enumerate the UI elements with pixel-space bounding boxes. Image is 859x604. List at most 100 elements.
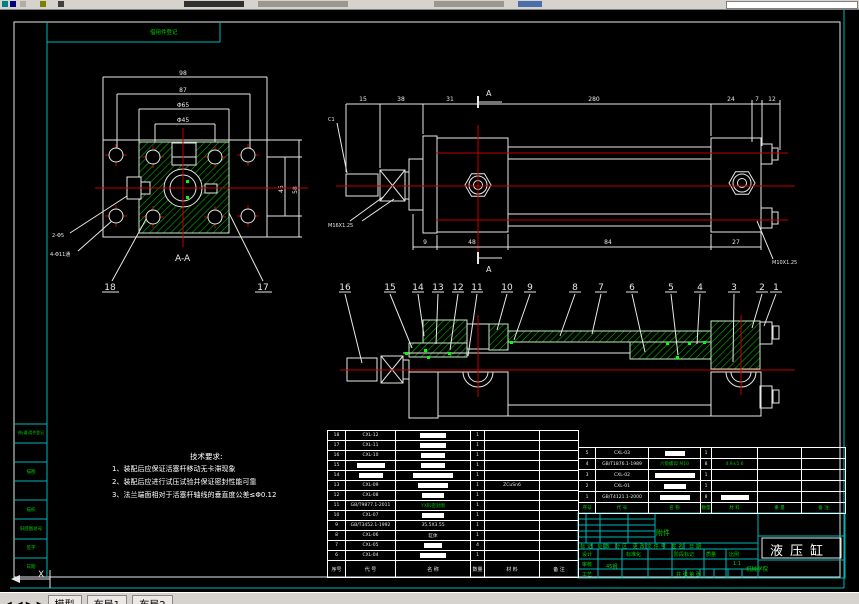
bom-cell: 代 号 bbox=[346, 560, 396, 577]
role-design: 设计 bbox=[582, 552, 593, 558]
bom-cell bbox=[540, 470, 579, 480]
bom-cell: 3 bbox=[579, 469, 596, 480]
redacted-block bbox=[664, 450, 685, 456]
bom-cell bbox=[396, 480, 471, 490]
bom-cell: 名 称 bbox=[396, 560, 471, 577]
bom-cell: CXL-07 bbox=[346, 510, 396, 520]
bom-row: 5 CXL-03 1 bbox=[579, 447, 846, 458]
bom-cell: 10 bbox=[328, 510, 346, 520]
dim-label: Φ65 bbox=[177, 102, 190, 109]
bom-cell: 材 料 bbox=[712, 502, 758, 513]
bom-cell bbox=[346, 470, 396, 480]
bom-cell: 备 注 bbox=[802, 502, 846, 513]
notes-line: 1、装配后应保证活塞杆移动无卡滞现象 bbox=[112, 465, 236, 473]
left-strip-label: 借(通)用件登记 bbox=[18, 430, 44, 435]
toolbar-dropdown[interactable] bbox=[434, 1, 504, 7]
redacted-block bbox=[422, 493, 444, 498]
toolbar-icon[interactable] bbox=[184, 1, 244, 7]
redacted-block bbox=[356, 463, 385, 468]
toolbar-dropdown[interactable] bbox=[258, 1, 348, 7]
bom-cell bbox=[485, 440, 540, 450]
bom-cell bbox=[802, 491, 846, 502]
bom-cell bbox=[396, 510, 471, 520]
bom-row: 18 CXL-12 1 bbox=[328, 430, 579, 440]
tab-model[interactable]: 模型 bbox=[47, 595, 82, 604]
redacted-block bbox=[420, 443, 446, 448]
dim-label: 12 bbox=[768, 96, 776, 103]
bom-row: 2 CXL-01 1 bbox=[579, 480, 846, 491]
bom-row: 7 CXL-05 4 bbox=[328, 540, 579, 550]
layout-tab-bar[interactable]: ◀ ◀ ▶ ▶ 模型 布局1 布局2 bbox=[0, 592, 859, 604]
side-view: A A 15 38 31 280 24 7 12 9 48 84 27 C1 M… bbox=[328, 89, 797, 274]
toolbar-icon[interactable] bbox=[2, 1, 8, 7]
leader-label: 2-Φ5 bbox=[52, 233, 64, 239]
bom-cell: 8 bbox=[701, 458, 712, 469]
bom-cell bbox=[540, 510, 579, 520]
bom-cell: GB/T1876.1-1989 bbox=[596, 458, 649, 469]
tab-layout1[interactable]: 布局1 bbox=[86, 595, 128, 604]
bom-row: 6 CXL-04 1 bbox=[328, 550, 579, 560]
notes-title: 技术要求: bbox=[190, 452, 223, 461]
left-strip-label: 签字 bbox=[26, 546, 36, 551]
left-strip-label: 描图 bbox=[26, 470, 36, 475]
drawing-title: 液压缸 bbox=[770, 544, 831, 559]
bom-cell bbox=[758, 447, 802, 458]
revision-row-labels: 标记 处数 分区 更改文件号 签名 日期 bbox=[580, 544, 703, 550]
top-toolbar[interactable] bbox=[0, 0, 859, 10]
thread-label: M10X1.25 bbox=[772, 260, 797, 266]
bom-row: 14 1 bbox=[328, 470, 579, 480]
toolbar-icon[interactable] bbox=[40, 1, 46, 7]
toolbar-icon[interactable] bbox=[10, 1, 16, 7]
bom-cell bbox=[540, 500, 579, 510]
bom-cell: 8 bbox=[701, 491, 712, 502]
bom-cell bbox=[649, 491, 701, 502]
bom-cell: CXL-11 bbox=[346, 440, 396, 450]
tab-scroll-arrows[interactable]: ◀ ◀ ▶ ▶ bbox=[4, 600, 44, 604]
material-label: 45钢 bbox=[606, 564, 618, 570]
bom-cell: GB/T9877.1-2011 bbox=[346, 500, 396, 510]
bom-cell: 18 bbox=[328, 430, 346, 440]
redacted-block bbox=[663, 483, 686, 489]
bom-cell bbox=[540, 440, 579, 450]
redacted-block bbox=[659, 494, 690, 500]
dim-label: 24 bbox=[727, 96, 735, 103]
left-strip-label: 旧底图总号 bbox=[19, 527, 43, 532]
bom-cell bbox=[758, 458, 802, 469]
bom-cell: 1 bbox=[471, 520, 485, 530]
bom-cell: 9 bbox=[328, 520, 346, 530]
bom-cell bbox=[540, 520, 579, 530]
toolbar-icon[interactable] bbox=[518, 1, 542, 7]
bom-cell: 1 bbox=[701, 447, 712, 458]
bom-cell: 重 量 bbox=[758, 502, 802, 513]
toolbar-icon[interactable] bbox=[20, 1, 26, 7]
bom-cell bbox=[485, 430, 540, 440]
dim-label: 38 bbox=[397, 96, 405, 103]
bom-cell bbox=[485, 490, 540, 500]
bom-cell: 1 bbox=[471, 530, 485, 540]
bom-cell: CXL-06 bbox=[346, 530, 396, 540]
bom-cell: 六角螺母 M10 bbox=[649, 458, 701, 469]
bom-cell: 8 bbox=[328, 530, 346, 540]
bom-cell: 1 bbox=[471, 430, 485, 440]
bom-cell bbox=[758, 480, 802, 491]
bom-cell bbox=[540, 550, 579, 560]
dim-label: 31 bbox=[446, 96, 454, 103]
bom-cell: 1 bbox=[471, 510, 485, 520]
application-window: { "statusbar": {"tabs": ["模型", "布局1", "布… bbox=[0, 0, 859, 604]
bom-cell bbox=[540, 530, 579, 540]
toolbar-input[interactable] bbox=[726, 1, 858, 9]
bom-cell: 2 bbox=[579, 480, 596, 491]
role-process: 工艺 bbox=[582, 572, 593, 578]
tab-layout2[interactable]: 布局2 bbox=[132, 595, 173, 604]
bom-header-row: 序号代 号名 称数量材 料重 量备 注 bbox=[579, 502, 846, 513]
bom-cell: 备 注 bbox=[540, 560, 579, 577]
bom-row: 17 CXL-11 1 bbox=[328, 440, 579, 450]
bom-cell bbox=[712, 447, 758, 458]
bom-cell bbox=[649, 480, 701, 491]
bom-header-row: 序号代 号名 称数量材 料备 注 bbox=[328, 560, 579, 577]
bom-cell: 15 bbox=[328, 460, 346, 470]
toolbar-icon[interactable] bbox=[58, 1, 64, 7]
section-mark-a-top: A bbox=[486, 89, 492, 98]
notes-line: 3、法兰端面相对于活塞杆轴线的垂直度公差≤Φ0.12 bbox=[112, 491, 277, 499]
bom-cell: 1 bbox=[471, 480, 485, 490]
